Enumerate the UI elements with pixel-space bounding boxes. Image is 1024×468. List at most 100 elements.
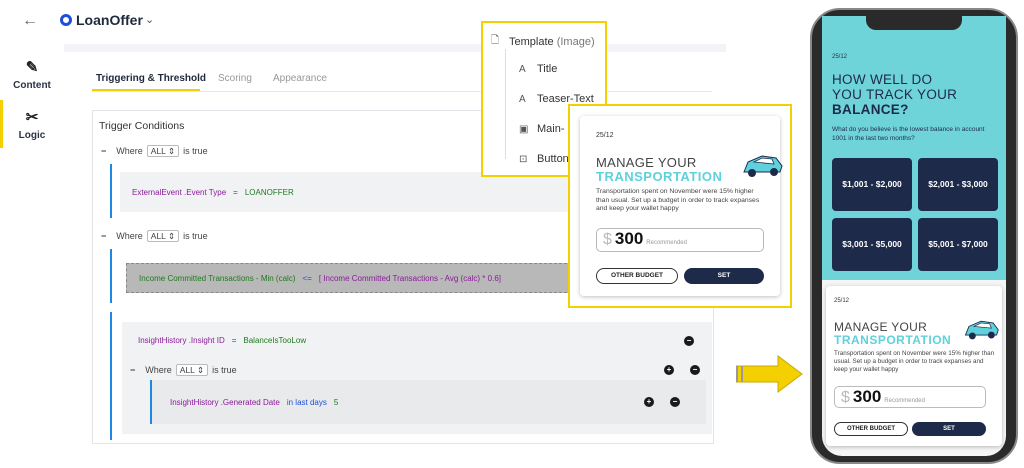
currency-symbol: $ xyxy=(841,389,850,406)
phone-preview-card: 25/12 MANAGE YOUR TRANSPORTATION Transpo… xyxy=(826,286,1002,446)
amount-value: 300 xyxy=(614,229,644,248)
quiz-card: 25/12 HOW WELL DO YOU TRACK YOUR BALANCE… xyxy=(822,16,1006,280)
car-icon xyxy=(743,155,783,177)
text-icon: A xyxy=(519,93,526,105)
card-date: 25/12 xyxy=(834,298,850,304)
collapse-icon[interactable]: − xyxy=(101,231,106,241)
card-heading-2: TRANSPORTATION xyxy=(596,169,723,184)
field-name: ExternalEvent xyxy=(132,187,182,197)
chevron-down-icon[interactable]: ⌄ xyxy=(145,13,154,26)
card-heading-1: MANAGE YOUR xyxy=(596,155,697,170)
card-description: Transportation spent on November were 15… xyxy=(834,350,995,373)
where-row-3: − Where ALL ⇕ is true xyxy=(130,364,237,376)
card-description: Transportation spent on November were 15… xyxy=(596,188,760,213)
quiz-line-1: HOW WELL DO xyxy=(832,72,933,87)
template-title-text: Template xyxy=(509,35,554,48)
sidebar-item-logic[interactable]: ✂ Logic xyxy=(0,108,64,141)
arrow-left-icon[interactable]: ← xyxy=(22,12,38,30)
cond-operator: = xyxy=(231,336,237,345)
condition-row[interactable]: InsightHistory .Insight ID = BalanceIsTo… xyxy=(138,336,306,345)
cond-operator: = xyxy=(233,187,238,197)
add-condition-icon[interactable]: + xyxy=(644,397,654,407)
cond-value: [ Income Committed Transactions - Avg (c… xyxy=(318,273,501,283)
amount-value: 300 xyxy=(852,387,882,406)
where-label: Where xyxy=(116,231,143,241)
tree-line xyxy=(505,49,506,159)
tab-triggering[interactable]: Triggering & Threshold xyxy=(96,73,206,84)
app-name: LoanOffer xyxy=(76,12,143,28)
condition-row[interactable]: Income Committed Transactions - Min (cal… xyxy=(126,263,572,293)
template-item[interactable]: A Title xyxy=(519,63,557,75)
cond-field: InsightHistory .Generated Date xyxy=(170,398,280,407)
card-heading-1: MANAGE YOUR xyxy=(834,320,928,334)
amount-input[interactable]: $ 300 Recommended xyxy=(596,228,764,252)
template-item-label: Main- xyxy=(537,123,565,135)
quiz-option-1[interactable]: $1,001 - $2,000 xyxy=(832,158,912,211)
cond-value: 5 xyxy=(333,398,339,407)
condition-row[interactable]: ExternalEvent .Event Type = LOANOFFER xyxy=(120,172,570,212)
cond-value: BalanceIsTooLow xyxy=(243,336,307,345)
edit-icon: ✎ xyxy=(25,59,39,76)
select-value: ALL xyxy=(150,231,166,241)
cond-operator: in last days xyxy=(286,398,327,407)
preview-card: 25/12 MANAGE YOUR TRANSPORTATION Transpo… xyxy=(580,116,783,296)
template-root[interactable]: 🗋 Template (Image) xyxy=(491,33,595,50)
nested-condition: InsightHistory .Generated Date in last d… xyxy=(150,380,706,424)
quiz-question: What do you believe is the lowest balanc… xyxy=(832,126,985,142)
sidebar-item-content[interactable]: ✎ Content xyxy=(0,58,64,91)
quiz-option-3[interactable]: $3,001 - $5,000 xyxy=(832,218,912,271)
other-budget-button[interactable]: OTHER BUDGET xyxy=(834,422,908,436)
field-name: InsightHistory xyxy=(138,336,187,345)
template-title-suffix: (Image) xyxy=(556,35,595,48)
phone-notch xyxy=(866,14,962,30)
field-attr: .Generated Date xyxy=(220,398,280,407)
sidebar-item-label: Logic xyxy=(18,130,46,141)
recommended-label: Recommended xyxy=(646,240,687,246)
condition-block-2: Income Committed Transactions - Min (cal… xyxy=(110,249,572,303)
field-attr: .Insight ID xyxy=(188,336,225,345)
tab-scoring[interactable]: Scoring xyxy=(218,73,252,84)
add-condition-icon[interactable]: + xyxy=(664,365,674,375)
where-select[interactable]: ALL ⇕ xyxy=(175,364,209,376)
quiz-option-2[interactable]: $2,001 - $3,000 xyxy=(918,158,998,211)
remove-condition-icon[interactable]: − xyxy=(684,336,694,346)
set-button[interactable]: SET xyxy=(684,268,764,284)
quiz-date: 25/12 xyxy=(832,54,848,60)
sidebar-item-label: Content xyxy=(13,80,51,91)
template-title: Template (Image) xyxy=(509,36,595,48)
condition-block-3: InsightHistory .Insight ID = BalanceIsTo… xyxy=(110,312,712,440)
car-icon xyxy=(964,320,999,340)
template-item[interactable]: ⊡ Button xyxy=(519,153,569,165)
other-budget-button[interactable]: OTHER BUDGET xyxy=(596,268,678,284)
app-logo-icon xyxy=(60,14,72,26)
where-label: Where xyxy=(116,146,143,156)
arrow-right-icon xyxy=(736,355,803,393)
set-button[interactable]: SET xyxy=(912,422,986,436)
tab-appearance[interactable]: Appearance xyxy=(273,73,327,84)
where-select[interactable]: ALL ⇕ xyxy=(146,145,180,157)
condition-row[interactable]: InsightHistory .Generated Date in last d… xyxy=(170,398,338,407)
is-true-label: is true xyxy=(183,231,208,241)
tab-divider xyxy=(92,91,712,92)
remove-condition-icon[interactable]: − xyxy=(670,397,680,407)
cond-value: LOANOFFER xyxy=(244,187,294,197)
template-item-label: Title xyxy=(537,63,558,75)
panel-title: Trigger Conditions xyxy=(99,120,185,132)
card-heading-2: TRANSPORTATION xyxy=(834,333,952,347)
card-date: 25/12 xyxy=(596,132,614,139)
template-item[interactable]: ▣ Main- xyxy=(519,123,565,135)
preview-card-frame: 25/12 MANAGE YOUR TRANSPORTATION Transpo… xyxy=(568,104,792,308)
quiz-option-4[interactable]: $5,001 - $7,000 xyxy=(918,218,998,271)
where-label: Where xyxy=(145,365,172,375)
quiz-line-2: YOU TRACK YOUR xyxy=(832,87,958,102)
where-select[interactable]: ALL ⇕ xyxy=(146,230,180,242)
document-icon: 🗋 xyxy=(491,35,500,46)
amount-input[interactable]: $ 300 Recommended xyxy=(834,386,986,408)
text-icon: A xyxy=(519,63,526,75)
remove-condition-icon[interactable]: − xyxy=(690,365,700,375)
tools-icon: ✂ xyxy=(25,109,39,126)
select-value: ALL xyxy=(150,146,166,156)
collapse-icon[interactable]: − xyxy=(101,146,106,156)
field-attr: .Event Type xyxy=(184,187,227,197)
collapse-icon[interactable]: − xyxy=(130,365,135,375)
